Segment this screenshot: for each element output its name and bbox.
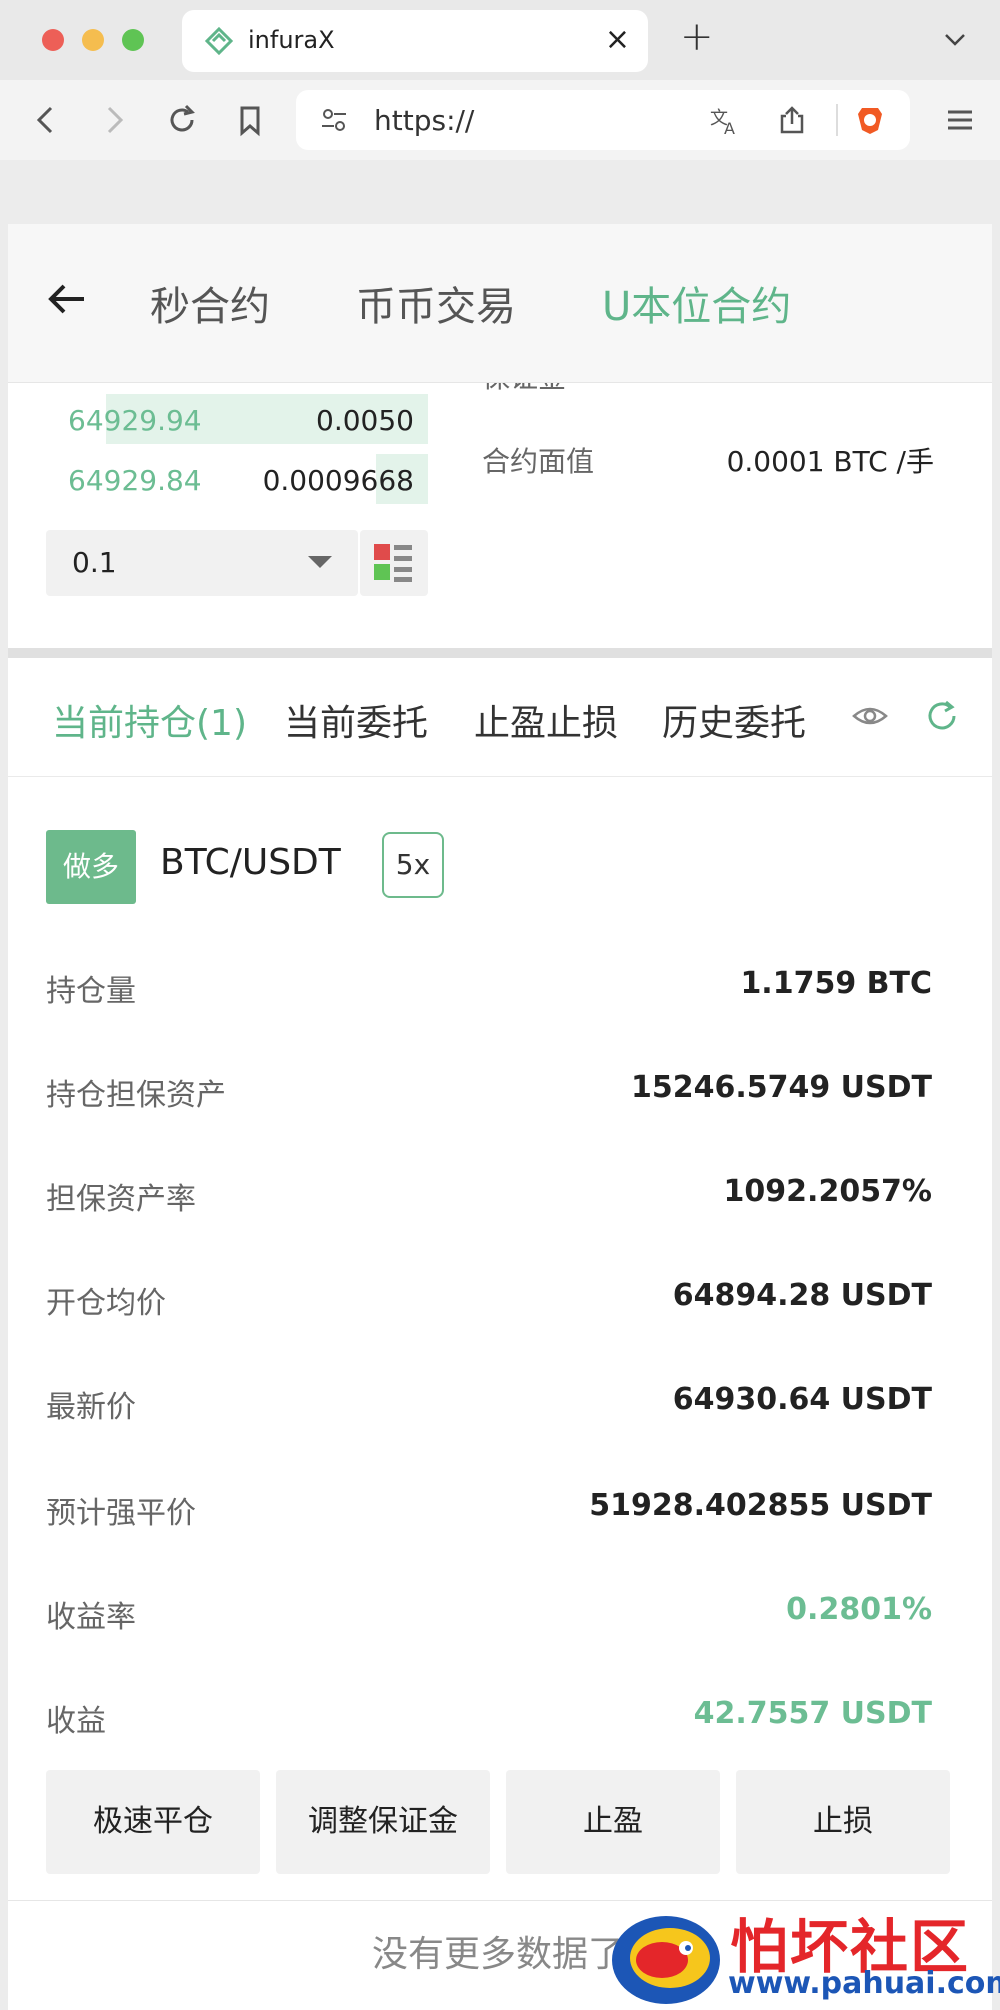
new-tab-icon[interactable]: +: [680, 14, 714, 60]
field-label: 持仓量: [46, 974, 136, 1009]
field-value: 42.7557 USDT: [693, 1696, 932, 1731]
window-zoom-dot[interactable]: [122, 29, 144, 51]
field-value: 64894.28 USDT: [672, 1278, 932, 1313]
translate-icon[interactable]: 文 A: [708, 104, 740, 136]
tab-current-positions[interactable]: 当前持仓(1): [52, 694, 247, 746]
field-value: 1.1759 BTC: [740, 966, 932, 1001]
field-label: 预计强平价: [46, 1496, 196, 1531]
page-content: 秒合约 币币交易 U本位合约 保证金 15281.8391 USDT 64929…: [8, 224, 992, 2010]
chevron-down-icon[interactable]: [940, 24, 970, 54]
orderbook-price: 64929.84: [68, 464, 202, 497]
face-value: 0.0001 BTC /手: [726, 445, 934, 478]
field-value: 51928.402855 USDT: [589, 1488, 932, 1523]
precision-select[interactable]: 0.1: [46, 530, 358, 596]
refresh-icon[interactable]: [922, 696, 962, 736]
field-label: 收益: [46, 1704, 106, 1739]
tab-second-contract[interactable]: 秒合约: [150, 274, 270, 332]
adjust-margin-button[interactable]: 调整保证金: [276, 1770, 490, 1874]
stop-loss-button[interactable]: 止损: [736, 1770, 950, 1874]
field-label: 最新价: [46, 1390, 136, 1425]
bookmark-icon[interactable]: [230, 100, 270, 140]
site-settings-icon[interactable]: [318, 104, 350, 136]
page-header: 秒合约 币币交易 U本位合约: [8, 224, 992, 383]
orderbook-qty: 0.0009668: [262, 464, 414, 497]
orderbook-row[interactable]: 64929.94 0.0050: [46, 394, 428, 444]
site-logo-icon: [204, 26, 234, 56]
watermark: 怕坏社区 www.pahuai.com: [604, 1904, 1000, 2010]
field-label: 收益率: [46, 1600, 136, 1635]
browser-toolbar: https:// 文 A: [0, 80, 1000, 160]
fish-logo-icon: [612, 1916, 720, 2004]
field-label: 担保资产率: [46, 1182, 196, 1217]
share-icon[interactable]: [776, 104, 808, 136]
section-divider: [8, 648, 992, 658]
reload-icon[interactable]: [162, 100, 202, 140]
precision-value: 0.1: [72, 546, 117, 579]
field-value: 64930.64 USDT: [672, 1382, 932, 1417]
menu-icon[interactable]: [940, 100, 980, 140]
orderbook-price: 64929.94: [68, 404, 202, 437]
url-text: https://: [374, 104, 475, 137]
orderbook-layout-icon: [374, 544, 412, 582]
url-divider: [836, 104, 838, 136]
depth-layout-button[interactable]: [360, 530, 428, 596]
orderbook-qty: 0.0050: [316, 404, 414, 437]
caret-down-icon: [308, 556, 332, 568]
watermark-url: www.pahuai.com: [728, 1966, 1000, 2001]
tab-spot-trading[interactable]: 币币交易: [356, 274, 516, 332]
tab-usdt-futures[interactable]: U本位合约: [602, 274, 791, 332]
browser-tab-bar: infuraX × +: [0, 0, 1000, 80]
field-label: 开仓均价: [46, 1286, 166, 1321]
back-arrow-icon[interactable]: [44, 276, 90, 322]
take-profit-button[interactable]: 止盈: [506, 1770, 720, 1874]
brave-shield-icon[interactable]: [854, 104, 886, 136]
address-bar[interactable]: https:// 文 A: [296, 90, 910, 150]
no-more-text: 没有更多数据了: [372, 1934, 625, 1975]
tab-tp-sl[interactable]: 止盈止损: [474, 694, 618, 746]
tab-close-icon[interactable]: ×: [605, 22, 630, 57]
side-badge: 做多: [46, 830, 136, 904]
window-close-dot[interactable]: [42, 29, 64, 51]
pair-name: BTC/USDT: [160, 842, 341, 883]
fast-close-button[interactable]: 极速平仓: [46, 1770, 260, 1874]
tab-order-history[interactable]: 历史委托: [662, 694, 806, 746]
field-label: 持仓担保资产: [46, 1078, 226, 1113]
orderbook-row[interactable]: 64929.84 0.0009668: [46, 454, 428, 504]
svg-text:A: A: [724, 119, 735, 136]
window-minimize-dot[interactable]: [82, 29, 104, 51]
field-value: 1092.2057%: [723, 1174, 932, 1209]
back-icon[interactable]: [26, 100, 66, 140]
face-value-label: 合约面值: [482, 445, 595, 478]
browser-tab[interactable]: infuraX ×: [182, 10, 648, 72]
tab-title: infuraX: [248, 26, 335, 54]
forward-icon[interactable]: [94, 100, 134, 140]
leverage-badge[interactable]: 5x: [382, 832, 444, 898]
eye-icon[interactable]: [850, 696, 890, 736]
field-value: 15246.5749 USDT: [630, 1070, 932, 1105]
field-value: 0.2801%: [786, 1592, 932, 1627]
tab-current-orders[interactable]: 当前委托: [284, 694, 428, 746]
position-tabs: 当前持仓(1) 当前委托 止盈止损 历史委托: [8, 658, 992, 777]
